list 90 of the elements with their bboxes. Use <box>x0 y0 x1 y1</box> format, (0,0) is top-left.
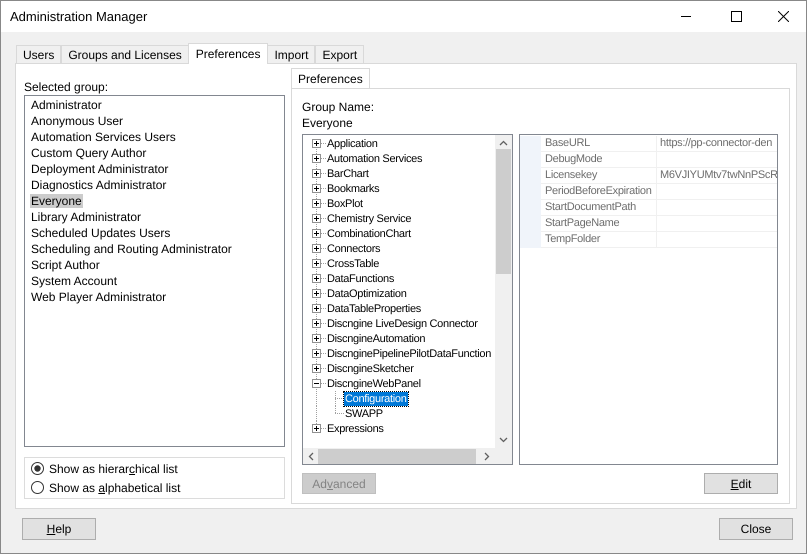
horizontal-scrollbar[interactable] <box>303 448 512 464</box>
group-list-item[interactable]: Scheduled Updates Users <box>30 226 172 240</box>
group-name-label: Group Name: <box>302 99 376 114</box>
maximize-icon[interactable] <box>731 11 742 22</box>
group-list-item[interactable]: Web Player Administrator <box>30 290 168 304</box>
radio-label[interactable]: Show as alphabetical list <box>49 478 180 496</box>
tree-item[interactable]: BoxPlot <box>326 196 364 210</box>
group-list-item[interactable]: Script Author <box>30 258 101 272</box>
property-name: DebugMode <box>541 152 657 168</box>
tree-item[interactable]: DataFunctions <box>326 272 396 286</box>
property-name: TempFolder <box>541 232 657 248</box>
property-name: PeriodBeforeExpiration <box>541 184 657 200</box>
group-list-item[interactable]: System Account <box>30 274 118 288</box>
property-name: BaseURL <box>541 136 657 152</box>
tree-item[interactable]: Automation Services <box>326 152 424 166</box>
expand-icon[interactable] <box>312 184 321 193</box>
window-title: Administration Manager <box>10 8 148 26</box>
group-list-item[interactable]: Anonymous User <box>30 114 124 128</box>
expand-icon[interactable] <box>312 424 321 433</box>
group-list-item[interactable]: Administrator <box>30 98 103 112</box>
expand-icon[interactable] <box>312 154 321 163</box>
tab[interactable]: Export <box>315 45 364 63</box>
group-list-item[interactable]: Deployment Administrator <box>30 162 170 176</box>
scroll-right-icon[interactable] <box>484 452 490 460</box>
group-list-item[interactable]: Custom Query Author <box>30 146 148 160</box>
expand-icon[interactable] <box>312 334 321 343</box>
group-list-item[interactable]: Everyone <box>30 194 83 208</box>
expand-icon[interactable] <box>312 169 321 178</box>
scroll-thumb[interactable] <box>496 149 511 274</box>
radio-button[interactable] <box>31 481 44 494</box>
tree-item[interactable]: Expressions <box>326 422 385 436</box>
collapse-icon[interactable] <box>312 379 321 388</box>
tree-item[interactable]: Chemistry Service <box>326 212 412 226</box>
property-name: Licensekey <box>541 168 657 184</box>
property-name: StartPageName <box>541 216 657 232</box>
expand-icon[interactable] <box>312 199 321 208</box>
tree-item[interactable]: DataTableProperties <box>326 302 422 316</box>
group-list-item[interactable]: Diagnostics Administrator <box>30 178 168 192</box>
tree-item[interactable]: Configuration <box>344 392 408 406</box>
tab[interactable]: Groups and Licenses <box>61 45 189 63</box>
property-grid[interactable]: BaseURL https://pp-connector-den DebugMode Licensekey M6VJIYUMtv7twNnPScR PeriodBeforeExpiration StartDocumentPath StartPageName TempFolder <box>519 134 778 465</box>
property-value: M6VJIYUMtv7twNnPScR <box>660 169 777 181</box>
tab[interactable]: Users <box>16 45 62 63</box>
expand-icon[interactable] <box>312 214 321 223</box>
tree-item[interactable]: DiscngineWebPanel <box>326 376 422 390</box>
scroll-down-icon[interactable] <box>499 437 508 443</box>
tree-item[interactable]: Discngine LiveDesign Connector <box>326 316 479 330</box>
tab[interactable]: Preferences <box>188 43 268 64</box>
expand-icon[interactable] <box>312 364 321 373</box>
radio-label[interactable]: Show as hierarchical list <box>49 460 178 478</box>
vertical-scrollbar[interactable] <box>495 135 512 448</box>
property-value: https://pp-connector-den <box>660 137 772 149</box>
tree-item[interactable]: CombinationChart <box>326 226 412 240</box>
tab[interactable]: Import <box>267 45 316 63</box>
close-button[interactable]: Close <box>719 518 793 540</box>
group-list[interactable] <box>24 95 285 447</box>
group-list-item[interactable]: Automation Services Users <box>30 130 177 144</box>
tree-item[interactable]: DataOptimization <box>326 286 408 300</box>
tree-item[interactable]: SWAPP <box>344 406 384 420</box>
group-name-value: Everyone <box>302 115 354 130</box>
scroll-left-icon[interactable] <box>308 452 314 460</box>
group-list-item[interactable]: Scheduling and Routing Administrator <box>30 242 233 256</box>
preferences-tab[interactable]: Preferences <box>291 68 370 88</box>
help-button[interactable]: Help <box>22 518 96 540</box>
expand-icon[interactable] <box>312 244 321 253</box>
tree-item[interactable]: DiscngineAutomation <box>326 332 426 346</box>
expand-icon[interactable] <box>312 304 321 313</box>
expand-icon[interactable] <box>312 229 321 238</box>
expand-icon[interactable] <box>312 319 321 328</box>
selected-group-label: Selected group: <box>24 79 110 93</box>
expand-icon[interactable] <box>312 349 321 358</box>
tree-item[interactable]: DiscngineSketcher <box>326 362 415 376</box>
expand-icon[interactable] <box>312 274 321 283</box>
close-icon[interactable] <box>778 11 789 22</box>
tree-item[interactable]: BarChart <box>326 166 370 180</box>
scroll-thumb[interactable] <box>318 448 476 464</box>
expand-icon[interactable] <box>312 139 321 148</box>
group-list-item[interactable]: Library Administrator <box>30 210 142 224</box>
tree-item[interactable]: Application <box>326 136 379 150</box>
preferences-tree[interactable] <box>302 134 513 465</box>
edit-button[interactable]: Edit <box>704 473 778 494</box>
scroll-up-icon[interactable] <box>499 140 508 146</box>
expand-icon[interactable] <box>312 259 321 268</box>
tree-item[interactable]: DiscnginePipelinePilotDataFunction <box>326 346 492 360</box>
tree-item[interactable]: Connectors <box>326 242 382 256</box>
expand-icon[interactable] <box>312 289 321 298</box>
tree-item[interactable]: Bookmarks <box>326 182 380 196</box>
radio-button[interactable] <box>31 462 44 475</box>
tree-item[interactable]: CrossTable <box>326 256 380 270</box>
property-name: StartDocumentPath <box>541 200 657 216</box>
